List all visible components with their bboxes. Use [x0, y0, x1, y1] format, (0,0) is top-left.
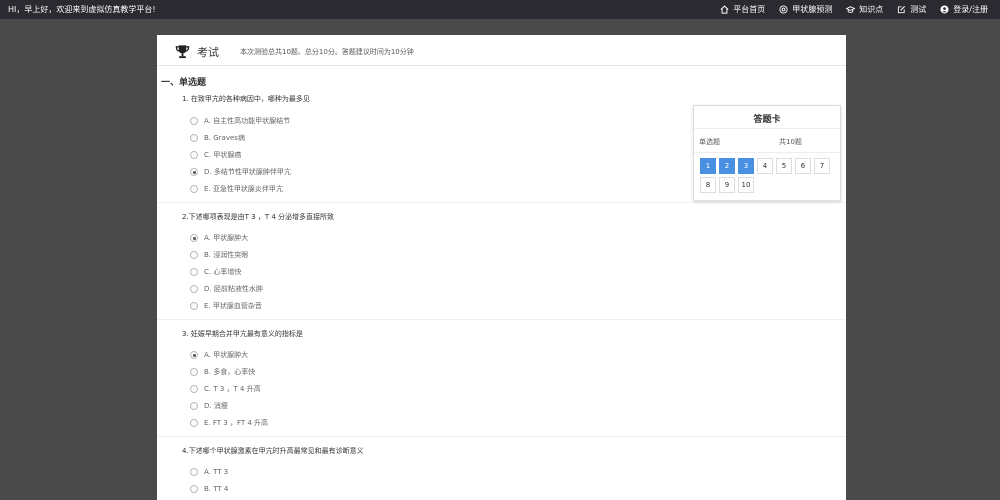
option-label: B. 多食，心率快 [204, 368, 256, 376]
divider [694, 128, 840, 129]
trophy-icon [175, 45, 190, 59]
question-text: 2.下述哪项表现是由T 3 ，T 4 分泌增多直接所致 [182, 213, 335, 221]
divider [157, 202, 846, 203]
option-label: C. 甲状腺癌 [204, 151, 242, 159]
question-text: 4.下述哪个甲状腺激素在甲亢时升高最常见和最有诊断意义 [182, 447, 364, 455]
option-a[interactable]: A. 甲状腺肿大 [190, 232, 248, 244]
answer-card-title: 答题卡 [753, 115, 781, 125]
option-label: E. 甲状腺血管杂音 [204, 302, 262, 310]
option-d[interactable]: D. 多结节性甲状腺肿伴甲亢 [190, 166, 291, 178]
exam-description: 本次测验总共10题、总分10分。答题建议时间为10分钟 [240, 48, 414, 56]
question-number-button[interactable]: 7 [814, 158, 830, 174]
nav-item-label: 甲状腺预测 [792, 5, 833, 14]
nav-item-test[interactable]: 测试 [897, 4, 926, 15]
option-c[interactable]: C. 甲状腺癌 [190, 149, 241, 161]
question-type-label: 单选题 [699, 138, 720, 146]
option-label: D. 消瘦 [204, 402, 228, 410]
graduation-cap-icon [846, 6, 856, 13]
option-label: C. T 3 ，T 4 升高 [204, 385, 261, 393]
divider [157, 319, 846, 320]
question-number-button[interactable]: 3 [738, 158, 754, 174]
divider [694, 152, 840, 153]
option-label: D. 胫前粘液性水肿 [204, 285, 263, 293]
radio-button[interactable] [190, 419, 198, 427]
option-label: B. TT 4 [204, 485, 229, 493]
option-c[interactable]: C. T 3 ，T 4 升高 [190, 383, 261, 395]
radio-button[interactable] [190, 151, 198, 159]
question-count-label: 共10题 [779, 138, 802, 146]
option-c[interactable]: C. 心率增快 [190, 266, 241, 278]
option-label: B. Graves病 [204, 134, 245, 142]
option-label: C. 心率增快 [204, 268, 242, 276]
question-number-button[interactable]: 2 [719, 158, 735, 174]
radio-button[interactable] [190, 368, 198, 376]
home-icon [720, 5, 729, 14]
option-e[interactable]: E. FT 3 ，FT 4 升高 [190, 417, 268, 429]
option-d[interactable]: D. 消瘦 [190, 400, 228, 412]
option-b[interactable]: B. 多食，心率快 [190, 366, 255, 378]
question-number-button[interactable]: 8 [700, 177, 716, 193]
option-label: A. TT 3 [204, 468, 229, 476]
option-label: A. 自主性高功能甲状腺结节 [204, 117, 291, 125]
option-b[interactable]: B. 浸润性突眼 [190, 249, 248, 261]
radio-button[interactable] [190, 185, 198, 193]
user-icon [940, 5, 949, 14]
nav-item-home[interactable]: 平台首页 [720, 4, 765, 15]
edit-icon [898, 5, 906, 14]
nav-item-login[interactable]: 登录/注册 [940, 4, 988, 15]
exam-header: 考试 本次测验总共10题、总分10分。答题建议时间为10分钟 [157, 35, 846, 66]
answer-card: 答题卡 单选题 共10题 1 2 3 4 5 6 7 8 9 10 [693, 105, 841, 201]
nav-item-label: 知识点 [859, 5, 884, 14]
radio-button[interactable] [190, 302, 198, 310]
option-b[interactable]: B. TT 4 [190, 483, 228, 495]
option-e[interactable]: E. 甲状腺血管杂音 [190, 300, 262, 312]
nav-item-label: 平台首页 [733, 5, 766, 14]
divider [157, 436, 846, 437]
option-label: A. 甲状腺肿大 [204, 234, 249, 242]
radio-button[interactable] [190, 268, 198, 276]
radio-button[interactable] [190, 234, 198, 242]
option-label: D. 多结节性甲状腺肿伴甲亢 [204, 168, 291, 176]
radio-button[interactable] [190, 134, 198, 142]
nav-item-label: 登录/注册 [953, 5, 988, 14]
question-number-button[interactable]: 6 [795, 158, 811, 174]
top-bar: HI，早上好，欢迎来到虚拟仿真教学平台! 平台首页 甲状腺预测 知识点 测试 登… [0, 0, 1000, 19]
radio-button[interactable] [190, 251, 198, 259]
top-nav: 平台首页 甲状腺预测 知识点 测试 登录/注册 [720, 0, 988, 19]
question-number-button[interactable]: 4 [757, 158, 773, 174]
question-number-button[interactable]: 1 [700, 158, 716, 174]
question-text: 3. 妊娠早期合并甲亢最有意义的指标是 [182, 330, 303, 338]
option-a[interactable]: A. 甲状腺肿大 [190, 349, 248, 361]
option-e[interactable]: E. 亚急性甲状腺炎伴甲亢 [190, 183, 283, 195]
option-a[interactable]: A. 自主性高功能甲状腺结节 [190, 115, 290, 127]
target-icon [779, 5, 788, 14]
question-number-button[interactable]: 9 [719, 177, 735, 193]
option-label: A. 甲状腺肿大 [204, 351, 249, 359]
radio-button[interactable] [190, 168, 198, 176]
option-b[interactable]: B. Graves病 [190, 132, 245, 144]
radio-button[interactable] [190, 485, 198, 493]
option-label: B. 浸润性突眼 [204, 251, 249, 259]
radio-button[interactable] [190, 402, 198, 410]
radio-button[interactable] [190, 385, 198, 393]
radio-button[interactable] [190, 351, 198, 359]
nav-item-label: 测试 [910, 5, 927, 14]
exam-title: 考试 [197, 46, 219, 59]
option-label: E. 亚急性甲状腺炎伴甲亢 [204, 185, 283, 193]
greeting-text: HI，早上好，欢迎来到虚拟仿真教学平台! [8, 5, 156, 14]
option-d[interactable]: D. 胫前粘液性水肿 [190, 283, 263, 295]
option-label: E. FT 3 ，FT 4 升高 [204, 419, 269, 427]
question-number-button[interactable]: 10 [738, 177, 754, 193]
question-text: 1. 在致甲亢的各种病因中，哪种为最多见 [182, 95, 310, 103]
section-title: 一、单选题 [161, 78, 207, 88]
radio-button[interactable] [190, 468, 198, 476]
question-number-grid: 1 2 3 4 5 6 7 8 9 10 [700, 158, 836, 193]
nav-item-thyroid-prediction[interactable]: 甲状腺预测 [779, 4, 832, 15]
radio-button[interactable] [190, 285, 198, 293]
radio-button[interactable] [190, 117, 198, 125]
question-number-button[interactable]: 5 [776, 158, 792, 174]
option-a[interactable]: A. TT 3 [190, 466, 228, 478]
nav-item-knowledge[interactable]: 知识点 [846, 4, 883, 15]
